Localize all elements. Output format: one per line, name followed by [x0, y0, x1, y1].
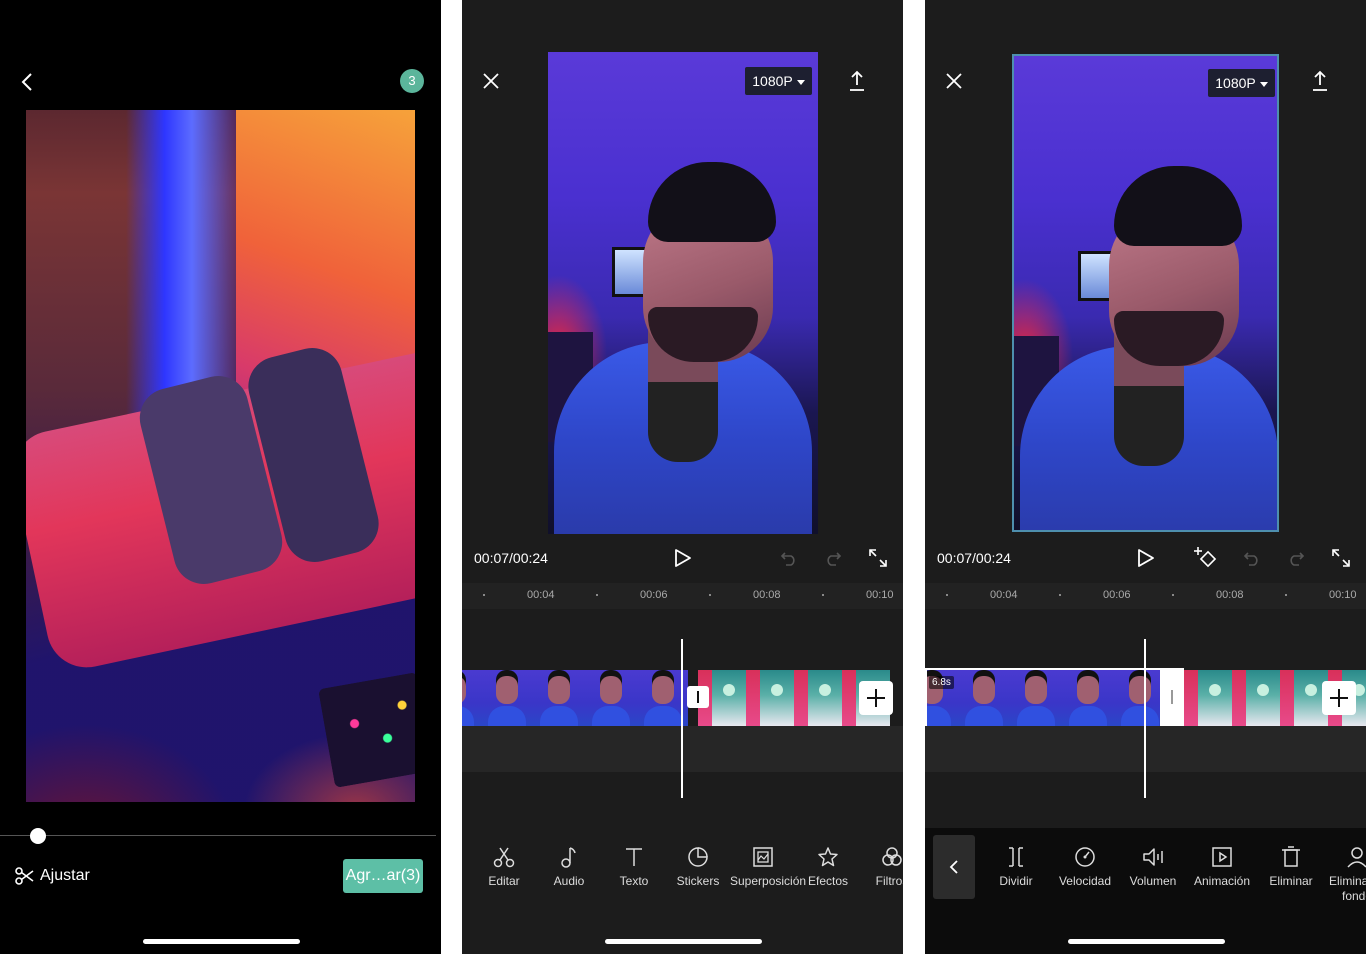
tool-audio[interactable]: Audio	[536, 845, 602, 889]
add-clip-button[interactable]	[1322, 681, 1356, 715]
clip-duration: 6.8s	[929, 676, 954, 689]
trim-button[interactable]: Ajustar	[14, 864, 90, 888]
tool-label: Editar	[488, 874, 520, 888]
close-icon[interactable]	[482, 72, 500, 90]
play-icon[interactable]	[1137, 548, 1155, 568]
effects-star-icon	[818, 847, 838, 867]
ruler-label: 00:10	[1329, 589, 1357, 601]
trash-icon	[1282, 846, 1300, 867]
tool-label: Stickers	[676, 874, 720, 888]
tool-label: Volumen	[1129, 874, 1177, 888]
timecode: 00:07/00:24	[937, 550, 1011, 566]
overlay-icon	[753, 847, 773, 867]
ruler-label: 00:08	[753, 589, 781, 601]
media-picker-screen: 3 Ajustar Agr…ar(3)	[0, 0, 441, 954]
ruler-label: 00:10	[866, 589, 894, 601]
tool-effects[interactable]: Efectos	[795, 845, 861, 889]
tool-label: Efectos	[807, 874, 849, 888]
video-preview[interactable]: 1080P	[548, 52, 818, 534]
tool-text[interactable]: Texto	[601, 845, 667, 889]
redo-icon[interactable]	[824, 550, 842, 566]
ruler-label: 00:08	[1216, 589, 1244, 601]
sticker-icon	[688, 847, 708, 867]
tool-animation[interactable]: Animación	[1189, 845, 1255, 889]
undo-icon[interactable]	[1243, 550, 1261, 566]
tool-label: Animación	[1193, 874, 1251, 888]
tool-delete[interactable]: Eliminar	[1258, 845, 1324, 889]
tool-filters[interactable]: Filtros	[859, 845, 903, 889]
timeline-ruler[interactable]: 00:04 00:06 00:08 00:10	[925, 583, 1366, 609]
home-indicator	[1067, 939, 1225, 944]
tool-label: Filtros	[875, 874, 903, 888]
home-indicator	[604, 939, 762, 944]
clip-trim-handle[interactable]	[1160, 668, 1184, 728]
volume-icon	[1143, 848, 1163, 866]
ruler-label: 00:06	[1103, 589, 1131, 601]
resolution-dropdown[interactable]: 1080P	[745, 67, 812, 95]
tool-split[interactable]: Dividir	[983, 845, 1049, 889]
video-clip-track[interactable]	[462, 670, 698, 726]
tool-speed[interactable]: Velocidad	[1052, 845, 1118, 889]
scissors-icon	[493, 847, 515, 868]
add-button[interactable]: Agr…ar(3)	[343, 859, 423, 893]
ruler-label: 00:04	[990, 589, 1018, 601]
scrub-slider-track[interactable]	[0, 835, 436, 836]
media-preview	[26, 110, 415, 802]
tool-label: Eliminar el fondo	[1328, 874, 1366, 903]
trim-label: Ajustar	[40, 867, 90, 884]
caret-down-icon	[796, 79, 805, 85]
selected-count-badge: 3	[400, 69, 424, 93]
chevron-left-icon[interactable]	[20, 72, 34, 92]
tool-edit[interactable]: Editar	[471, 845, 537, 889]
tool-remove-background[interactable]: Eliminar el fondo	[1324, 845, 1366, 904]
tool-label: Audio	[553, 874, 585, 888]
split-icon	[1009, 847, 1023, 867]
tool-label: Superposición	[730, 874, 807, 888]
undo-icon[interactable]	[780, 550, 798, 566]
redo-icon[interactable]	[1287, 550, 1305, 566]
fullscreen-icon[interactable]	[869, 549, 887, 567]
playhead[interactable]	[681, 639, 683, 798]
chevron-left-icon	[949, 860, 958, 874]
music-note-icon	[561, 847, 576, 868]
timeline-ruler[interactable]: 00:04 00:06 00:08 00:10	[462, 583, 903, 609]
tool-label: Eliminar	[1269, 874, 1313, 888]
close-icon[interactable]	[945, 72, 963, 90]
upload-icon[interactable]	[1311, 70, 1329, 92]
caret-down-icon	[1259, 81, 1268, 87]
tool-volume[interactable]: Volumen	[1120, 845, 1186, 889]
resolution-value: 1080P	[1215, 75, 1256, 91]
add-keyframe-icon[interactable]	[1192, 545, 1218, 571]
resolution-dropdown[interactable]: 1080P	[1208, 69, 1275, 97]
text-icon	[626, 848, 642, 866]
add-clip-button[interactable]	[859, 681, 893, 715]
upload-icon[interactable]	[848, 70, 866, 92]
resolution-value: 1080P	[752, 73, 793, 89]
timecode: 00:07/00:24	[474, 550, 548, 566]
tool-overlay[interactable]: Superposición	[730, 845, 807, 889]
ruler-label: 00:06	[640, 589, 668, 601]
home-indicator	[142, 939, 300, 944]
speed-icon	[1075, 847, 1095, 867]
tool-stickers[interactable]: Stickers	[665, 845, 731, 889]
scrub-slider-handle[interactable]	[29, 828, 46, 844]
tool-label: Dividir	[999, 874, 1033, 888]
tool-label: Texto	[619, 874, 649, 888]
remove-background-icon	[1347, 847, 1366, 868]
clip-editor-screen: 1080P 00:07/00:24 00:04 00:06 00:08 00:1…	[925, 0, 1366, 954]
playhead[interactable]	[1144, 639, 1146, 798]
filters-icon	[882, 847, 902, 866]
scissors-icon	[15, 867, 34, 885]
video-preview-selected[interactable]: 1080P	[1012, 54, 1279, 532]
back-button[interactable]	[933, 835, 975, 899]
ruler-label: 00:04	[527, 589, 555, 601]
editor-screen: 1080P 00:07/00:24 00:04 00:06 00:08 00:1…	[462, 0, 903, 954]
transition-marker[interactable]	[687, 686, 709, 708]
fullscreen-icon[interactable]	[1332, 549, 1350, 567]
tool-label: Velocidad	[1058, 874, 1112, 888]
animation-icon	[1212, 847, 1232, 867]
play-icon[interactable]	[674, 548, 692, 568]
